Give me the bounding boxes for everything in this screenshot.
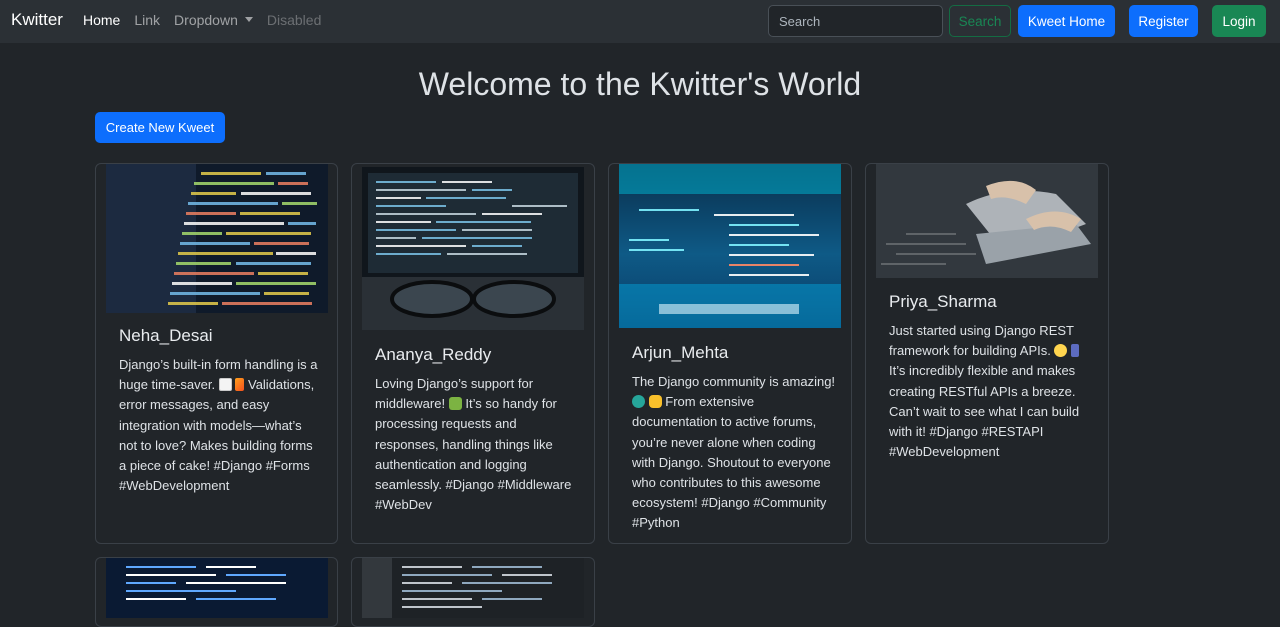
kweet-card xyxy=(351,557,595,627)
kweet-image xyxy=(362,167,584,330)
navbar: Kwitter Home Link Dropdown Disabled Sear… xyxy=(0,0,1280,43)
kweet-author[interactable]: Neha_Desai xyxy=(119,326,323,346)
kweet-author[interactable]: Ananya_Reddy xyxy=(375,345,580,365)
kweet-author[interactable]: Priya_Sharma xyxy=(889,292,1094,312)
kweet-card: Ananya_Reddy Loving Django’s support for… xyxy=(351,163,595,544)
kweet-text-part: Just started using Django REST framework… xyxy=(889,323,1074,359)
nav-disabled-link: Disabled xyxy=(266,12,322,28)
kweet-text: Loving Django’s support for middleware! … xyxy=(375,374,580,515)
caret-down-icon xyxy=(244,17,253,22)
create-kweet-button[interactable]: Create New Kweet xyxy=(95,112,225,143)
kweet-home-button[interactable]: Kweet Home xyxy=(1018,5,1115,37)
kweet-text-part: Validations, error messages, and easy in… xyxy=(119,377,315,494)
kweet-body: Neha_Desai Django’s built-in form handli… xyxy=(119,326,323,496)
search-input[interactable] xyxy=(768,5,943,37)
nav-dropdown-label: Dropdown xyxy=(174,12,238,28)
nav-dropdown[interactable]: Dropdown xyxy=(174,12,253,28)
nav-home-link[interactable]: Home xyxy=(83,12,120,28)
kweet-image xyxy=(106,164,328,313)
kweet-text: Just started using Django REST framework… xyxy=(889,321,1094,462)
login-button[interactable]: Login xyxy=(1212,5,1266,37)
kweet-text-part: From extensive documentation to active f… xyxy=(632,394,831,531)
kweet-image xyxy=(106,558,328,618)
kweet-image xyxy=(619,164,841,328)
mobile-phone-icon xyxy=(1071,344,1080,358)
globe-icon xyxy=(632,395,645,409)
handshake-icon xyxy=(648,395,662,409)
brand-logo[interactable]: Kwitter xyxy=(11,10,63,30)
kweet-text: Django’s built-in form handling is a hug… xyxy=(119,355,323,496)
kweet-card: Arjun_Mehta The Django community is amaz… xyxy=(608,163,852,544)
kweet-image xyxy=(876,164,1098,278)
kweet-text-part: It’s so handy for processing requests an… xyxy=(375,396,572,513)
kweet-text-part: The Django community is amazing! xyxy=(632,374,836,389)
kweet-card: Priya_Sharma Just started using Django R… xyxy=(865,163,1109,544)
sun-icon xyxy=(1054,344,1068,358)
kweet-card: Neha_Desai Django’s built-in form handli… xyxy=(95,163,338,544)
kweet-text-part: It’s incredibly flexible and makes creat… xyxy=(889,363,1080,460)
search-button[interactable]: Search xyxy=(949,5,1011,37)
kweet-card xyxy=(95,557,338,627)
kweet-text: The Django community is amazing! From ex… xyxy=(632,372,837,534)
kweet-author[interactable]: Arjun_Mehta xyxy=(632,343,837,363)
puzzle-icon xyxy=(448,397,462,411)
kweet-image xyxy=(362,558,584,618)
nav-links: Home Link Dropdown Disabled xyxy=(83,12,321,28)
kweet-body: Arjun_Mehta The Django community is amaz… xyxy=(632,343,837,534)
kweet-body: Priya_Sharma Just started using Django R… xyxy=(889,292,1094,462)
lightning-icon xyxy=(235,378,245,392)
kweet-body: Ananya_Reddy Loving Django’s support for… xyxy=(375,345,580,515)
page-title: Welcome to the Kwitter's World xyxy=(418,66,862,102)
memo-icon xyxy=(218,378,232,392)
nav-link[interactable]: Link xyxy=(134,12,160,28)
register-button[interactable]: Register xyxy=(1129,5,1198,37)
